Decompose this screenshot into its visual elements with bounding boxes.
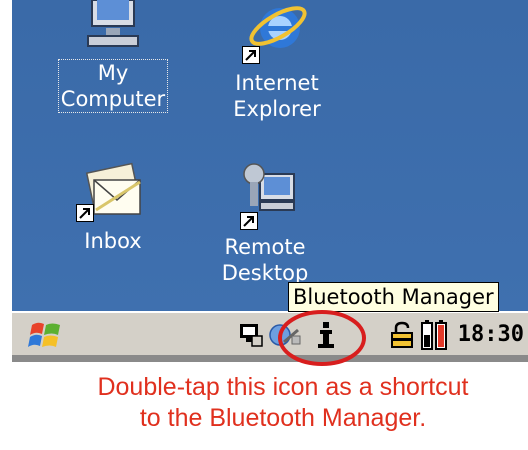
shortcut-arrow-icon — [76, 204, 94, 222]
windows-flag-icon — [28, 322, 60, 347]
callout-line-1: Double-tap this icon as a shortcut — [97, 373, 469, 401]
clock[interactable]: 18:30 — [458, 322, 524, 347]
highlight-circle — [278, 310, 366, 366]
my-computer-label: My Computer — [57, 59, 169, 113]
computer-icon — [87, 0, 139, 47]
shortcut-arrow-icon — [242, 46, 260, 64]
desktop-icon-remote-desktop[interactable]: Remote Desktop — [200, 160, 330, 286]
network-icon[interactable] — [238, 322, 264, 348]
remote-desktop-label: Remote Desktop — [221, 235, 309, 285]
desktop[interactable]: My Computer Internet Explorer Inbox Remo… — [12, 0, 528, 311]
battery-icon[interactable] — [420, 319, 450, 351]
inbox-label: Inbox — [84, 229, 142, 253]
desktop-icon-internet-explorer[interactable]: Internet Explorer — [212, 0, 342, 122]
callout-line-2: to the Bluetooth Manager. — [139, 404, 427, 432]
start-button[interactable] — [28, 319, 64, 351]
lock-icon[interactable] — [390, 321, 414, 349]
internet-explorer-label: Internet Explorer — [233, 71, 321, 121]
desktop-icon-my-computer[interactable]: My Computer — [48, 0, 178, 113]
taskbar: 18:30 — [12, 311, 528, 355]
instruction-callout: Double-tap this icon as a shortcut to th… — [0, 372, 528, 434]
shortcut-arrow-icon — [240, 212, 258, 230]
system-tray: 18:30 — [212, 316, 528, 354]
desktop-icon-inbox[interactable]: Inbox — [48, 160, 178, 254]
screen-bottom-edge — [12, 355, 528, 362]
